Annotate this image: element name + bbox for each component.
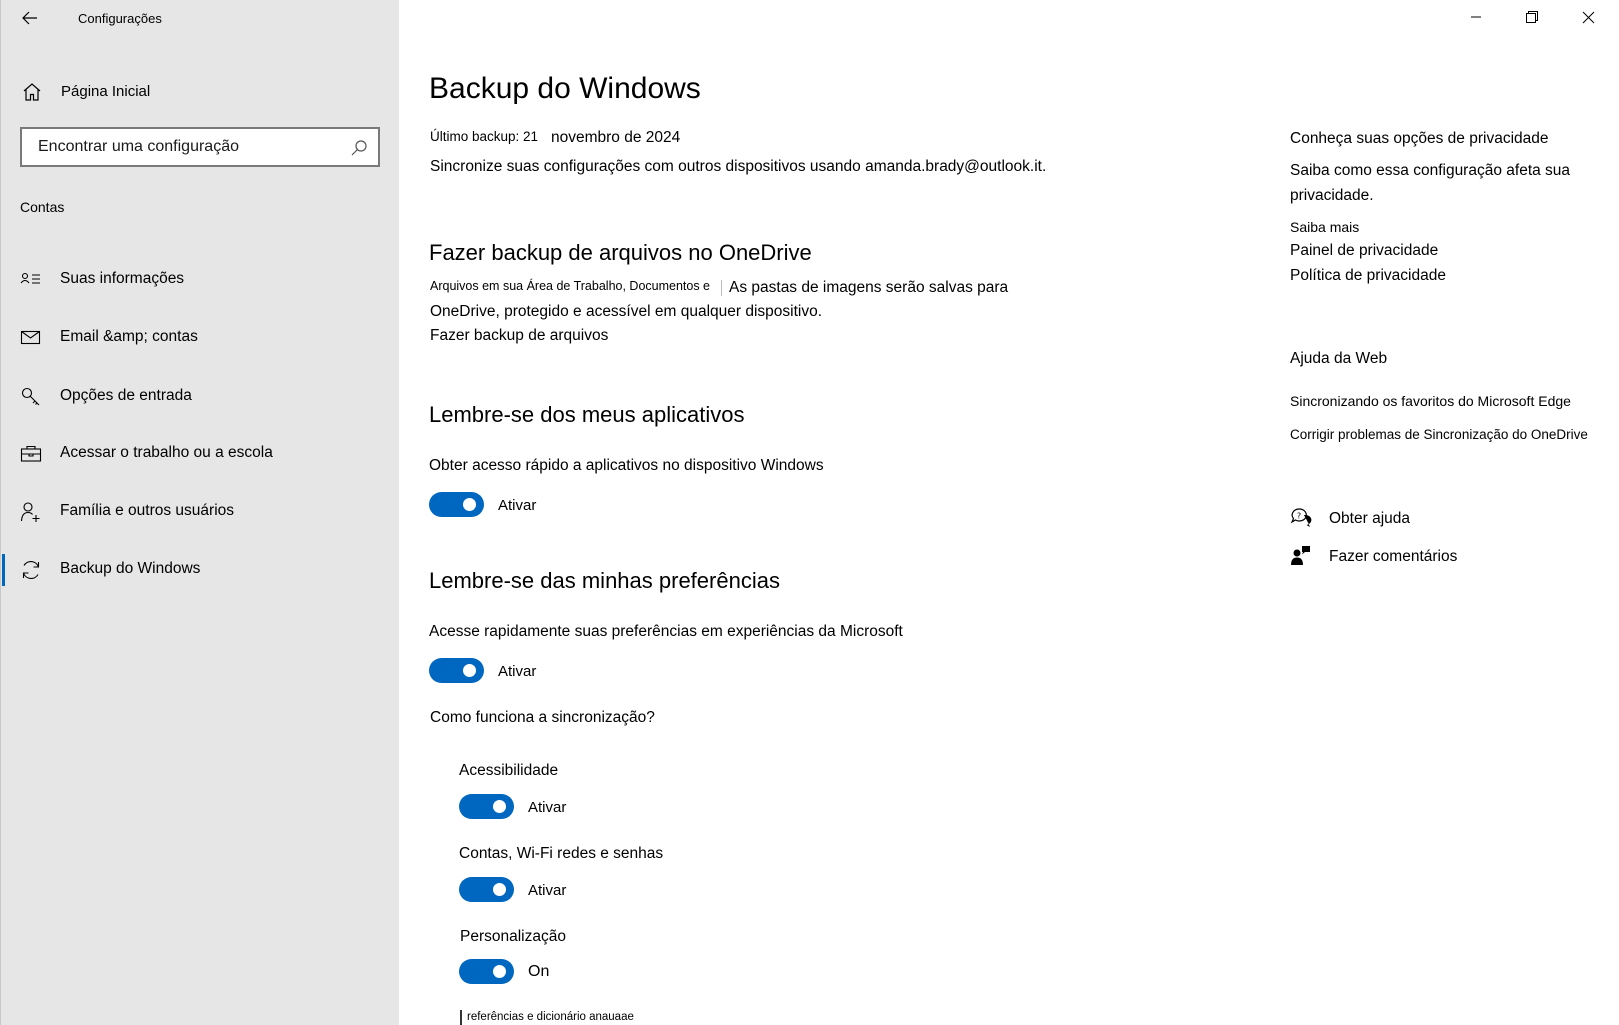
home-label: Página Inicial [61,82,151,100]
sidebar: Configurações Página Inicial Encontrar u… [0,0,399,1025]
onedrive-text-line2: OneDrive, protegido e acessível em qualq… [430,303,823,320]
personalization-toggle-label: On [528,963,550,980]
settings-window: Configurações Página Inicial Encontrar u… [0,0,1619,1025]
onedrive-sync-link[interactable]: Corrigir problemas de Sincronização do O… [1290,427,1588,442]
sync-description: Sincronize suas configurações com outros… [430,158,1047,175]
sidebar-item-label: Backup do Windows [60,560,201,577]
learn-more-link[interactable]: Saiba mais [1290,219,1359,235]
onedrive-heading: Fazer backup de arquivos no OneDrive [429,240,812,265]
apps-toggle[interactable] [429,492,484,517]
apps-heading: Lembre-se dos meus aplicativos [429,402,745,427]
sidebar-item-familia[interactable]: Família e outros usuários [1,490,400,534]
prefs-description: Acesse rapidamente suas preferências em … [429,623,903,640]
onedrive-text-line1a: Arquivos em sua Área de Trabalho, Docume… [430,279,711,293]
search-input[interactable]: Encontrar uma configuração [20,127,380,167]
person-card-icon [20,272,40,284]
how-sync-works-link[interactable]: Como funciona a sincronização? [430,709,655,727]
sidebar-item-email-contas[interactable]: Email &amp; contas [1,316,400,360]
get-help-label: Obter ajuda [1329,510,1410,527]
search-icon [351,140,367,156]
sidebar-item-label: Acessar o trabalho ou a escola [60,444,273,461]
cut-off-text: referências e dicionário anauaae [467,1011,634,1023]
sidebar-item-backup[interactable]: Backup do Windows [1,548,400,592]
sidebar-item-opcoes-entrada[interactable]: Opções de entrada [1,375,400,419]
feedback-label: Fazer comentários [1329,548,1458,565]
sidebar-item-home[interactable]: Página Inicial [1,72,400,110]
sidebar-item-trabalho-escola[interactable]: Acessar o trabalho ou a escola [1,432,400,476]
privacy-policy-link[interactable]: Política de privacidade [1290,267,1446,285]
apps-toggle-label: Ativar [498,497,537,514]
accounts-wifi-toggle[interactable] [459,877,514,902]
app-title: Configurações [78,11,162,26]
prefs-toggle-label: Ativar [498,663,537,680]
web-help-heading: Ajuda da Web [1290,350,1388,367]
accessibility-toggle-label: Ativar [528,799,567,816]
feedback-button[interactable]: Fazer comentários [1290,543,1510,571]
privacy-desc-line2: privacidade. [1290,187,1374,204]
sidebar-item-suas-informacoes[interactable]: Suas informações [1,258,400,302]
key-icon [21,387,40,406]
svg-text:?: ? [1297,512,1301,521]
prefs-toggle[interactable] [429,658,484,683]
privacy-heading: Conheça suas opções de privacidade [1290,130,1549,147]
back-arrow-icon [22,11,37,25]
accessibility-label: Acessibilidade [459,762,559,779]
text-caret [721,280,722,296]
person-add-icon [20,502,40,522]
personalization-toggle[interactable] [459,959,514,984]
search-placeholder: Encontrar uma configuração [38,138,239,155]
sidebar-item-label: Opções de entrada [60,387,192,404]
chat-help-icon: ? [1290,508,1312,527]
section-label-contas: Contas [20,199,65,215]
onedrive-text-line1b: As pastas de imagens serão salvas para [729,279,1009,296]
home-icon [23,83,41,101]
sidebar-item-label: Suas informações [60,270,185,287]
feedback-icon [1291,546,1310,565]
mail-icon [20,330,41,345]
edge-favorites-link[interactable]: Sincronizando os favoritos do Microsoft … [1290,393,1571,409]
accessibility-toggle[interactable] [459,794,514,819]
briefcase-icon [20,445,42,462]
prefs-heading: Lembre-se das minhas preferências [429,568,780,593]
privacy-desc-line1: Saiba como essa configuração afeta sua [1290,162,1571,179]
last-backup-date: novembro de 2024 [551,129,681,146]
get-help-button[interactable]: ? Obter ajuda [1290,505,1510,533]
apps-description: Obter acesso rápido a aplicativos no dis… [429,457,824,474]
accounts-wifi-label: Contas, Wi-Fi redes e senhas [459,845,664,862]
sidebar-item-label: Email &amp; contas [60,328,198,345]
back-button[interactable] [15,4,45,32]
privacy-dashboard-link[interactable]: Painel de privacidade [1290,242,1438,260]
accounts-wifi-toggle-label: Ativar [528,882,567,899]
text-caret [460,1010,462,1025]
backup-files-link[interactable]: Fazer backup de arquivos [430,327,608,345]
sync-icon [22,561,40,579]
personalization-label: Personalização [460,928,566,945]
last-backup-label: Último backup: 21 [430,129,539,144]
page-title: Backup do Windows [429,72,701,105]
sidebar-item-label: Família e outros usuários [60,502,235,519]
